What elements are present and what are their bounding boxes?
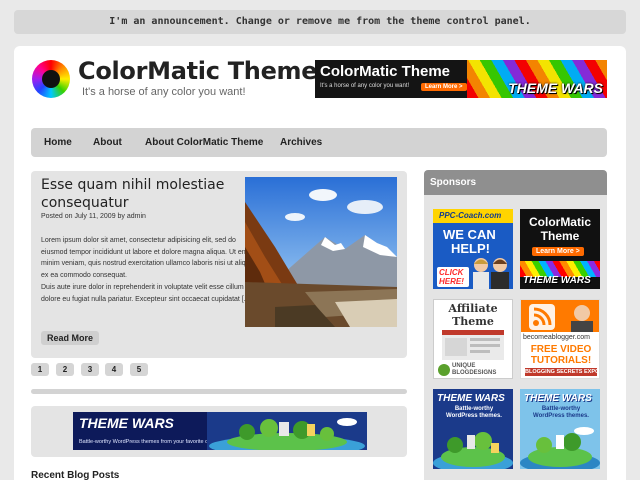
header-ad-button[interactable]: Learn More > bbox=[421, 83, 467, 91]
banner-ad-box: THEME WARS Battle-worthy WordPress theme… bbox=[31, 406, 407, 457]
colormatic-line2: Theme bbox=[540, 229, 580, 243]
page-container: ColorMatic Theme It's a horse of any col… bbox=[14, 46, 626, 480]
affiliate-line1: Affiliate bbox=[448, 302, 498, 315]
banner-title: THEME WARS bbox=[79, 415, 174, 431]
header-ad-title: ColorMatic Theme bbox=[320, 63, 451, 80]
pagination-page-3[interactable]: 3 bbox=[81, 363, 99, 376]
people-photo-icon bbox=[473, 258, 509, 289]
site-title[interactable]: ColorMatic Theme bbox=[78, 57, 318, 85]
sponsor-ad-theme-wars-1[interactable]: THEME WARS Battle-worthy WordPress theme… bbox=[433, 389, 513, 469]
announcement-bar: I'm an announcement. Change or remove me… bbox=[14, 10, 626, 34]
colormatic-line1: ColorMatic bbox=[528, 215, 591, 229]
ppc-line1: WE CAN bbox=[443, 227, 496, 242]
section-divider bbox=[31, 389, 407, 394]
person-photo-icon bbox=[571, 305, 593, 332]
recent-posts-heading: Recent Blog Posts bbox=[31, 470, 120, 480]
colormatic-brand: THEME WARS bbox=[523, 275, 591, 286]
sponsors-panel: PPC-Coach.com WE CAN HELP! CLICK HERE! C… bbox=[424, 195, 607, 480]
post-meta: Posted on July 11, 2009 by admin bbox=[41, 213, 146, 220]
island-illustration-icon bbox=[520, 427, 600, 469]
header-ad-brand: THEME WARS bbox=[508, 80, 603, 96]
pagination-page-1[interactable]: 1 bbox=[31, 363, 49, 376]
blogger-brand: becomeablogger.com bbox=[523, 334, 590, 341]
nav-item-home[interactable]: Home bbox=[44, 128, 72, 157]
post-excerpt: Lorem ipsum dolor sit amet, consectetur … bbox=[41, 237, 263, 303]
blogger-line2: TUTORIALS! bbox=[530, 355, 592, 366]
island-illustration-icon bbox=[207, 412, 367, 450]
color-wheel-logo-icon[interactable] bbox=[32, 60, 70, 98]
read-more-button[interactable]: Read More bbox=[41, 331, 100, 345]
header-ad-subtitle: It's a horse of any color you want! bbox=[320, 83, 410, 89]
affiliate-line2: Theme bbox=[452, 315, 494, 328]
main-nav: Home About About ColorMatic Theme Archiv… bbox=[31, 128, 607, 157]
mountain-landscape-image[interactable] bbox=[245, 177, 397, 327]
sponsor-ad-colormatic[interactable]: ColorMatic Theme Learn More > THEME WARS bbox=[520, 209, 600, 289]
ppc-line2: HELP! bbox=[451, 241, 490, 256]
colormatic-button: Learn More > bbox=[532, 247, 584, 256]
pagination-page-5[interactable]: 5 bbox=[130, 363, 148, 376]
ppc-cta: CLICK HERE! bbox=[437, 267, 469, 287]
nav-item-about-colormatic[interactable]: About ColorMatic Theme bbox=[145, 128, 263, 157]
blogger-line1: FREE VIDEO bbox=[530, 344, 592, 355]
blogger-line3: BLOGGING SECRETS EXPOSED! bbox=[525, 368, 600, 376]
site-tagline: It's a horse of any color you want! bbox=[82, 86, 246, 98]
leaf-logo-icon bbox=[438, 364, 450, 376]
sponsor-ad-affiliate-theme[interactable]: Affiliate Theme UNIQUE BLOGDESIGNS bbox=[433, 299, 513, 379]
sponsor-ad-ppc-coach[interactable]: PPC-Coach.com WE CAN HELP! CLICK HERE! bbox=[433, 209, 513, 289]
nav-item-archives[interactable]: Archives bbox=[280, 128, 322, 157]
header-ad-banner[interactable]: ColorMatic Theme It's a horse of any col… bbox=[315, 60, 607, 98]
sponsor-ad-theme-wars-2[interactable]: THEME WARS Battle-worthy WordPress theme… bbox=[520, 389, 600, 469]
affiliate-brand: UNIQUE BLOGDESIGNS bbox=[452, 363, 497, 376]
themewars2-sub: Battle-worthy WordPress themes. bbox=[533, 406, 589, 419]
island-illustration-icon bbox=[433, 432, 513, 469]
themewars1-title: THEME WARS bbox=[437, 393, 505, 404]
pagination-page-4[interactable]: 4 bbox=[105, 363, 123, 376]
themewars1-sub: Battle-worthy WordPress themes. bbox=[446, 406, 502, 419]
sponsors-heading: Sponsors bbox=[424, 170, 607, 195]
theme-wars-banner[interactable]: THEME WARS Battle-worthy WordPress theme… bbox=[73, 412, 367, 450]
featured-post: Esse quam nihil molestiae consequatur Po… bbox=[31, 171, 407, 358]
website-screenshot-icon bbox=[442, 330, 504, 360]
themewars2-title: THEME WARS bbox=[524, 393, 592, 404]
nav-item-about[interactable]: About bbox=[93, 128, 122, 157]
sponsor-ad-become-a-blogger[interactable]: becomeablogger.com FREE VIDEO TUTORIALS!… bbox=[520, 299, 600, 379]
ppc-brand: PPC-Coach.com bbox=[439, 211, 502, 220]
pagination-page-2[interactable]: 2 bbox=[56, 363, 74, 376]
post-title[interactable]: Esse quam nihil molestiae consequatur bbox=[41, 176, 231, 212]
rss-icon bbox=[529, 304, 555, 330]
